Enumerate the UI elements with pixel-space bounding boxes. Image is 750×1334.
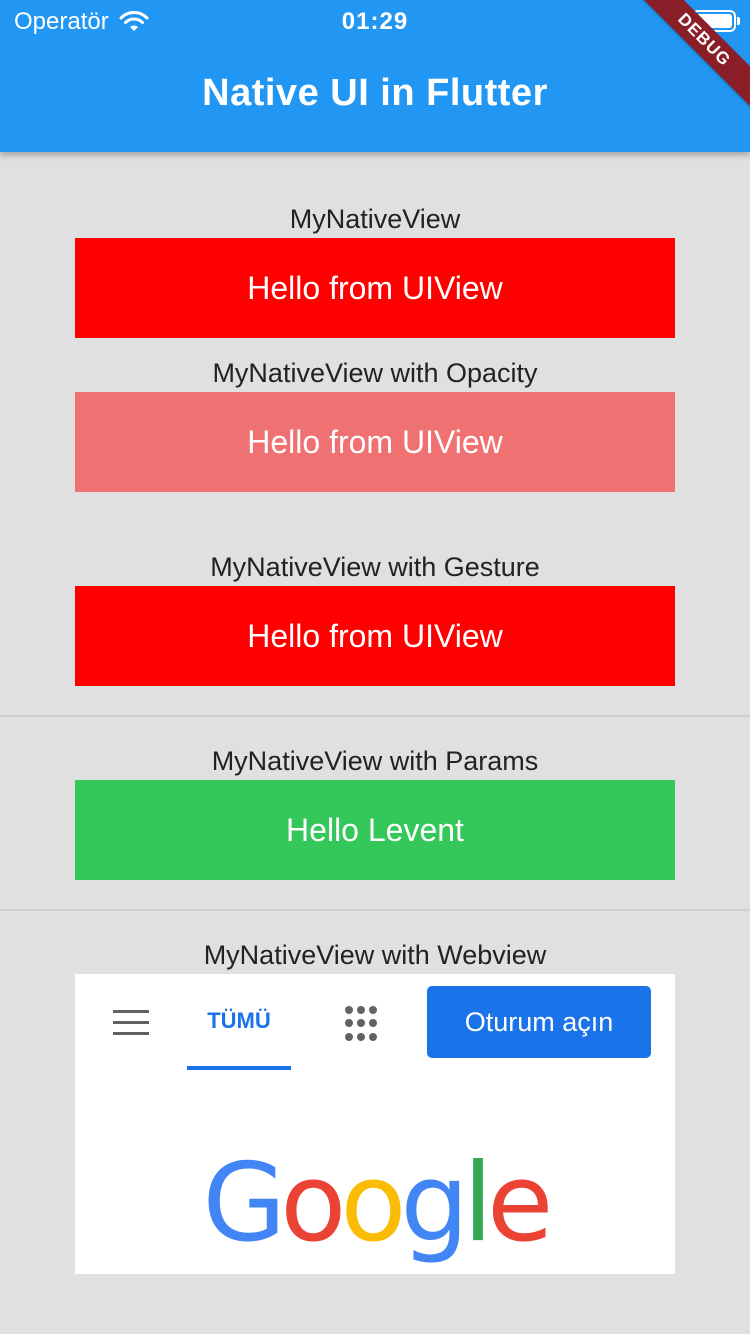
google-logo-letter: l [462,1141,493,1266]
native-view-text: Hello from UIView [247,269,503,306]
section-label-gesture: MyNativeView with Gesture [210,552,540,582]
tab-all-underline [187,1066,291,1070]
native-view-gesture[interactable]: Hello from UIView [75,586,675,686]
webview[interactable]: TÜMÜ Oturum açın Google [75,974,675,1274]
native-view-text: Hello Levent [286,811,464,848]
menu-icon[interactable] [113,1010,149,1036]
divider [0,909,750,911]
section-label-opacity: MyNativeView with Opacity [212,358,538,388]
section-label-webview: MyNativeView with Webview [203,940,547,970]
page-title: Native UI in Flutter [202,72,548,114]
google-logo-letter: g [400,1141,469,1266]
signin-button[interactable]: Oturum açın [427,986,651,1058]
section-label-params: MyNativeView with Params [211,746,539,776]
app-bar: Operatör 01:29 Native UI in Flutter DEBU… [0,0,750,152]
divider [0,715,750,717]
native-view-text: Hello from UIView [247,423,503,460]
tab-all[interactable]: TÜMÜ [187,1008,291,1034]
status-time: 01:29 [341,8,409,35]
section-label-native-view: MyNativeView [289,204,461,234]
apps-grid-icon[interactable] [345,1006,381,1042]
native-view-opacity: Hello from UIView [75,392,675,492]
google-logo-letter: o [280,1141,346,1266]
google-logo-letter: G [202,1141,287,1266]
google-logo-letter: o [340,1141,406,1266]
native-view-params: Hello Levent [75,780,675,880]
native-view-text: Hello from UIView [247,617,503,654]
google-logo-letter: e [486,1141,553,1266]
native-view-plain: Hello from UIView [75,238,675,338]
google-logo: Google [75,1144,675,1264]
